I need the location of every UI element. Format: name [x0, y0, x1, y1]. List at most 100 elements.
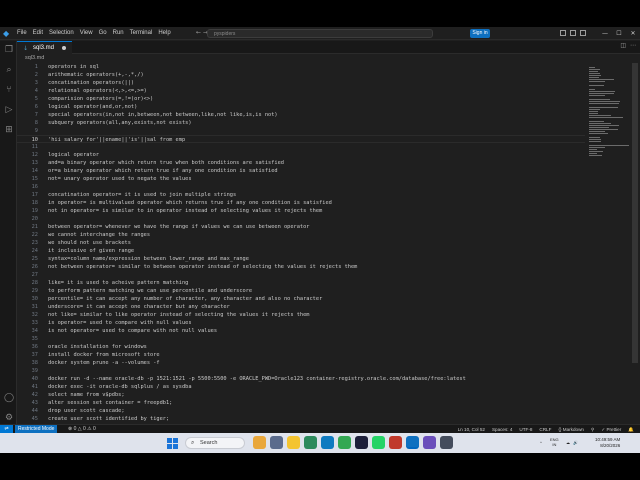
menu-view[interactable]: View [80, 27, 93, 40]
code-line[interactable]: 17 concatination operator= it is used to … [17, 191, 585, 199]
code-line[interactable]: 37 install docker from microsoft store [17, 351, 585, 359]
menu-terminal[interactable]: Terminal [130, 27, 153, 40]
extensions-icon[interactable]: ⊞ [4, 125, 14, 135]
tab-sql3[interactable]: ↓ sql3.md [17, 41, 72, 54]
code-line[interactable]: 13 and=a binary operator which return tru… [17, 159, 585, 167]
code-line[interactable]: 14 or=a binary operator which return true… [17, 167, 585, 175]
code-line[interactable]: 33 is operator= used to compare with null… [17, 319, 585, 327]
minimap[interactable] [587, 63, 632, 431]
code-editor[interactable]: 1 operators in sql 2 arithematic operators(… [17, 63, 585, 431]
code-line[interactable]: 23 we should not use brackets [17, 239, 585, 247]
sign-in-button[interactable]: Sign in [470, 29, 490, 38]
code-line[interactable]: 19 not in operator= is similar to in oper… [17, 207, 585, 215]
explorer-icon[interactable]: ❐ [4, 45, 14, 55]
code-line[interactable]: 43 alter session set container = freepdb1… [17, 399, 585, 407]
breadcrumb[interactable]: sql3.md [25, 55, 44, 61]
menu-go[interactable]: Go [99, 27, 107, 40]
code-line[interactable]: 42 select name from v$pdbs; [17, 391, 585, 399]
menu-help[interactable]: Help [158, 27, 170, 40]
status-bar: ⇌ Restricted Mode ⊗ 0 △ 0 ⚠ 0 Ln 10, Col… [0, 424, 640, 434]
menu-file[interactable]: File [17, 27, 27, 40]
app-purple-icon[interactable] [423, 436, 436, 449]
vertical-scrollbar[interactable] [632, 63, 638, 363]
code-line[interactable]: 21 between operator= whenever we have the… [17, 223, 585, 231]
code-line[interactable]: 41 docker exec -it oracle-db sqlplus / as… [17, 383, 585, 391]
language-indicator[interactable]: ENG IN [550, 437, 559, 447]
tab-strip: ↓ sql3.md ◫ ⋯ [17, 41, 640, 54]
code-line[interactable]: 36 oracle installation for windows [17, 343, 585, 351]
code-line[interactable]: 10'hii salary for'||ename||'is'||sal fro… [17, 135, 585, 143]
code-line[interactable]: 39 [17, 367, 585, 375]
file-explorer-icon[interactable] [287, 436, 300, 449]
code-line[interactable]: 38 docker system prune -a --volumes -f [17, 359, 585, 367]
windows-start-icon[interactable] [167, 438, 178, 449]
code-line[interactable]: 3 concatination operators(||) [17, 79, 585, 87]
menu-selection[interactable]: Selection [49, 27, 74, 40]
search-icon[interactable]: ⌕ [4, 65, 14, 75]
code-line[interactable]: 1 operators in sql [17, 63, 585, 71]
command-center-search[interactable]: pyspiders [207, 29, 433, 38]
onedrive-icon[interactable]: ☁ [566, 435, 570, 451]
more-actions-icon[interactable]: ⋯ [630, 42, 636, 49]
line-number: 20 [31, 216, 38, 222]
tray-overflow-icon[interactable]: ^ [540, 435, 542, 451]
code-line[interactable]: 5 comparision operators(=,!=(or)<>) [17, 95, 585, 103]
code-line[interactable]: 20 [17, 215, 585, 223]
minimize-icon[interactable]: — [598, 27, 612, 40]
code-line[interactable]: 2 arithematic operators(+,-,*,/) [17, 71, 585, 79]
toggle-panel-icon[interactable] [570, 30, 576, 36]
code-line[interactable]: 45 create user scott identified by tiger; [17, 415, 585, 423]
close-icon[interactable]: ✕ [626, 27, 640, 40]
code-line[interactable]: 18 in operator= is multivalued operator w… [17, 199, 585, 207]
copilot-icon[interactable] [253, 436, 266, 449]
chrome-icon[interactable] [338, 436, 351, 449]
code-line[interactable]: 6 logical operator(and,or,not) [17, 103, 585, 111]
code-line[interactable]: 27 [17, 271, 585, 279]
code-line[interactable]: 30 percentile= it can accept any number o… [17, 295, 585, 303]
code-line[interactable]: 9 [17, 127, 585, 135]
vscode-taskbar-icon[interactable] [406, 436, 419, 449]
code-line[interactable]: 7 special operators(in,not in,between,not… [17, 111, 585, 119]
code-line[interactable]: 44 drop user scott cascade; [17, 407, 585, 415]
code-line[interactable]: 16 [17, 183, 585, 191]
code-line[interactable]: 31 underscore= it can accept one characte… [17, 303, 585, 311]
code-line[interactable]: 25 syntax=column name/expression between … [17, 255, 585, 263]
menu-bar: File Edit Selection View Go Run Terminal… [17, 27, 171, 40]
run-debug-icon[interactable]: ▷ [4, 105, 14, 115]
menu-edit[interactable]: Edit [33, 27, 43, 40]
app-icon[interactable] [355, 436, 368, 449]
whatsapp-icon[interactable] [372, 436, 385, 449]
code-line[interactable]: 29 to perform pattern matching we can use… [17, 287, 585, 295]
maximize-icon[interactable]: ☐ [612, 27, 626, 40]
code-line[interactable]: 11 [17, 143, 585, 151]
code-line[interactable]: 40 docker run -d --name oracle-db -p 1521… [17, 375, 585, 383]
code-line[interactable]: 4 relational operators(<,>,<=,>=) [17, 87, 585, 95]
volume-icon[interactable]: 🔊 [573, 435, 578, 451]
line-number: 31 [31, 304, 38, 310]
taskbar-search[interactable]: ⌕ Search [185, 437, 245, 449]
source-control-icon[interactable]: ⑂ [4, 85, 14, 95]
clock[interactable]: 10:49:59 AM 8/20/2026 [595, 437, 620, 449]
code-line[interactable]: 35 [17, 335, 585, 343]
edge-icon[interactable] [304, 436, 317, 449]
code-line[interactable]: 28 like= it is used to acheive pattern ma… [17, 279, 585, 287]
store-icon[interactable] [321, 436, 334, 449]
unsaved-dot-icon[interactable] [62, 46, 66, 50]
code-line[interactable]: 8 subquery operators(all,any,exists,not e… [17, 119, 585, 127]
toggle-secondary-sidebar-icon[interactable] [580, 30, 586, 36]
code-line[interactable]: 12 logical operator [17, 151, 585, 159]
menu-run[interactable]: Run [113, 27, 124, 40]
split-editor-icon[interactable]: ◫ [620, 42, 626, 49]
account-icon[interactable]: ◯ [4, 393, 14, 403]
task-view-icon[interactable] [270, 436, 283, 449]
app-dark-icon[interactable] [440, 436, 453, 449]
code-line[interactable]: 26 not between operator= similar to betwe… [17, 263, 585, 271]
code-line[interactable]: 24 it inclusive of given range [17, 247, 585, 255]
code-line[interactable]: 32 not like= similar to like operator ins… [17, 311, 585, 319]
code-line[interactable]: 15 not= unary operator used to negate the… [17, 175, 585, 183]
code-line[interactable]: 34 is not operator= used to compare with … [17, 327, 585, 335]
app-red-icon[interactable] [389, 436, 402, 449]
settings-gear-icon[interactable]: ⚙ [4, 413, 14, 423]
code-line[interactable]: 22 we cannot interchange the ranges [17, 231, 585, 239]
toggle-sidebar-icon[interactable] [560, 30, 566, 36]
